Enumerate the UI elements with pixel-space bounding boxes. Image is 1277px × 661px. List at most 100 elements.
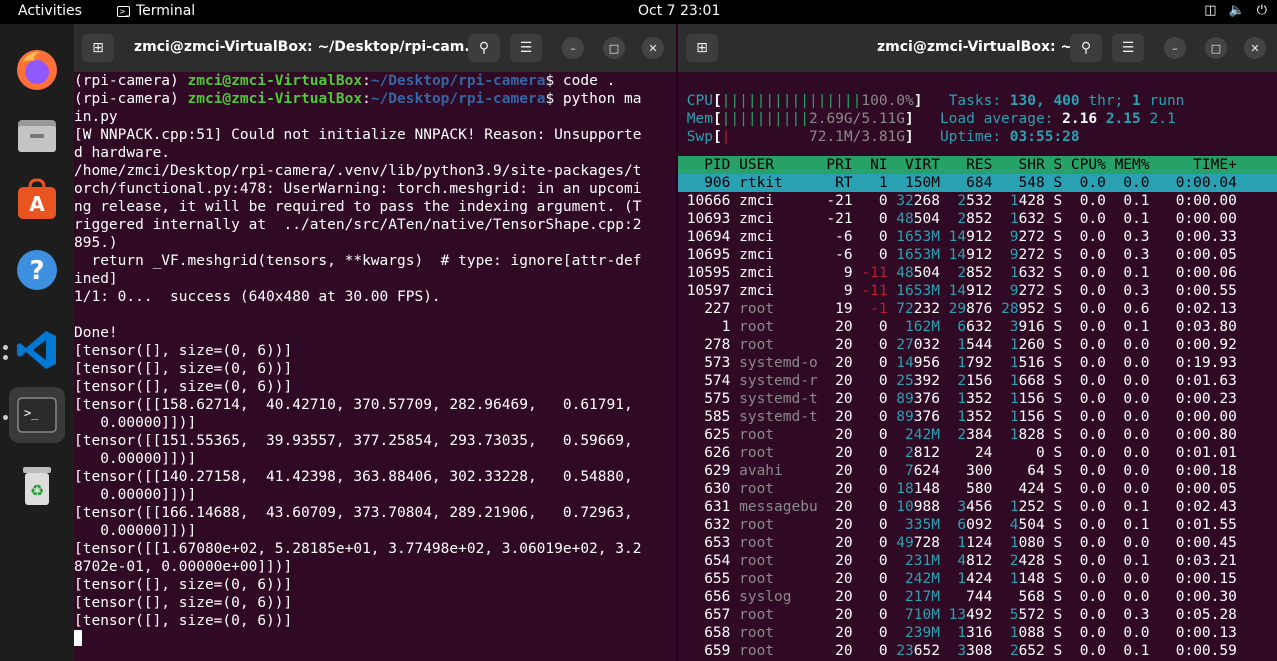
terminal-window-left[interactable]: ⊞ zmci@zmci-VirtualBox: ~/Desktop/rpi-ca…	[74, 24, 676, 661]
process-row[interactable]: 1 root 20 0 162M 6632 3916 S 0.0 0.1 0:0…	[678, 318, 1277, 336]
process-row[interactable]: 626 root 20 0 2812 24 0 S 0.0 0.0 0:01.0…	[678, 444, 1277, 462]
process-row[interactable]: 585 systemd-t 20 0 89376 1352 1156 S 0.0…	[678, 408, 1277, 426]
cell-pid: 659	[678, 643, 731, 659]
load-5: 2.15	[1105, 111, 1141, 127]
column-virt[interactable]: VIRT	[888, 157, 940, 173]
process-row[interactable]: 10694 zmci -6 0 1653M 14912 9272 S 0.0 0…	[678, 228, 1277, 246]
dock-firefox[interactable]	[9, 42, 65, 98]
column-shr[interactable]: SHR	[992, 157, 1045, 173]
process-row[interactable]: 10695 zmci -6 0 1653M 14912 9272 S 0.0 0…	[678, 246, 1277, 264]
cell-res: 744	[939, 589, 993, 605]
process-row[interactable]: 906 rtkit RT 1 150M 684 548 S 0.0 0.0 0:…	[678, 174, 1277, 192]
cell-pri: 20	[817, 553, 853, 569]
cpu-meter: CPU[||||||||||||||||100.0%] Tasks: 130, …	[686, 93, 1185, 109]
cell-pri: 9	[817, 265, 853, 281]
cell-virt: 25392	[887, 373, 940, 389]
app-menu[interactable]: >_ Terminal	[117, 3, 195, 19]
close-button[interactable]: ✕	[642, 37, 664, 59]
process-row[interactable]: 631 messagebu 20 0 10988 3456 1252 S 0.0…	[678, 498, 1277, 516]
search-button[interactable]: ⚲	[1070, 34, 1102, 62]
new-tab-button[interactable]: ⊞	[82, 34, 114, 62]
minimize-button[interactable]: –	[1164, 37, 1186, 59]
dock-software[interactable]: A	[9, 172, 65, 228]
process-row[interactable]: 574 systemd-r 20 0 25392 2156 1668 S 0.0…	[678, 372, 1277, 390]
maximize-icon: □	[608, 41, 620, 55]
activities-button[interactable]: Activities	[18, 3, 82, 19]
process-row[interactable]: 227 root 19 -1 72232 29876 28952 S 0.0 0…	[678, 300, 1277, 318]
process-row[interactable]: 630 root 20 0 18148 580 424 S 0.0 0.0 0:…	[678, 480, 1277, 498]
cell-virt: 72232	[887, 301, 940, 317]
process-row[interactable]: 655 root 20 0 242M 1424 1148 S 0.0 0.0 0…	[678, 570, 1277, 588]
cell-time: 0:02.43	[1149, 499, 1237, 515]
maximize-button[interactable]: □	[603, 37, 625, 59]
column-cpu[interactable]: CPU%	[1062, 157, 1106, 173]
terminal-output[interactable]: (rpi-camera) zmci@zmci-VirtualBox:~/Desk…	[74, 72, 676, 661]
cell-time: 0:00.92	[1149, 337, 1237, 353]
process-row[interactable]: 625 root 20 0 242M 2384 1828 S 0.0 0.0 0…	[678, 426, 1277, 444]
terminal-window-right[interactable]: ⊞ zmci@zmci-VirtualBox: ~ ⚲ ☰ – □ ✕ CPU[…	[678, 24, 1277, 661]
process-row[interactable]: 654 root 20 0 231M 4812 2428 S 0.0 0.1 0…	[678, 552, 1277, 570]
process-row[interactable]: 573 systemd-o 20 0 14956 1792 1516 S 0.0…	[678, 354, 1277, 372]
column-user[interactable]: USER	[730, 157, 817, 173]
process-row[interactable]: 10693 zmci -21 0 48504 2852 1632 S 0.0 0…	[678, 210, 1277, 228]
menu-button[interactable]: ☰	[510, 34, 542, 62]
column-pid[interactable]: PID	[678, 157, 730, 173]
process-row[interactable]: 10595 zmci 9 -11 48504 2852 1632 S 0.0 0…	[678, 264, 1277, 282]
system-tray[interactable]: ◫ 🔈 ⏻	[1204, 3, 1267, 18]
process-row[interactable]: 659 root 20 0 23652 3308 2652 S 0.0 0.1 …	[678, 642, 1277, 660]
cell-mem: 0.0	[1105, 571, 1150, 587]
process-row[interactable]: 629 avahi 20 0 7624 300 64 S 0.0 0.0 0:0…	[678, 462, 1277, 480]
output-line: [tensor([], size=(0, 6))]	[74, 613, 293, 629]
output-line: [tensor([], size=(0, 6))]	[74, 343, 293, 359]
cell-shr: 2428	[992, 553, 1045, 569]
process-row[interactable]: 10597 zmci 9 -11 1653M 14912 9272 S 0.0 …	[678, 282, 1277, 300]
column-s[interactable]: S	[1045, 157, 1062, 173]
output-line: [tensor([[158.62714, 40.42710, 370.57709…	[74, 397, 633, 413]
clock[interactable]: Oct 7 23:01	[638, 3, 720, 19]
dock-terminal[interactable]: >_	[9, 387, 65, 443]
new-tab-button[interactable]: ⊞	[686, 34, 718, 62]
column-pri[interactable]: PRI	[818, 157, 852, 173]
cell-mem: 0.0	[1105, 373, 1150, 389]
process-row[interactable]: 575 systemd-t 20 0 89376 1352 1156 S 0.0…	[678, 390, 1277, 408]
process-table-header[interactable]: PID USER PRI NI VIRT RES SHR S CPU% MEM%…	[678, 156, 1277, 174]
cell-shr: 1088	[992, 625, 1045, 641]
column-res[interactable]: RES	[940, 157, 992, 173]
close-button[interactable]: ✕	[1244, 37, 1266, 59]
process-row[interactable]: 278 root 20 0 27032 1544 1260 S 0.0 0.0 …	[678, 336, 1277, 354]
cell-ni: 0	[852, 211, 888, 227]
process-row[interactable]: 10666 zmci -21 0 32268 2532 1428 S 0.0 0…	[678, 192, 1277, 210]
cell-pri: 20	[817, 409, 853, 425]
close-icon: ✕	[648, 41, 658, 55]
cell-pid: 10597	[678, 283, 731, 299]
dock-vscode[interactable]	[9, 322, 65, 378]
cell-time: 0:00.33	[1149, 229, 1237, 245]
svg-text:A: A	[29, 192, 45, 216]
cell-virt: 162M	[887, 319, 940, 335]
minimize-button[interactable]: –	[562, 37, 584, 59]
htop-view[interactable]: CPU[||||||||||||||||100.0%] Tasks: 130, …	[678, 72, 1277, 661]
process-row[interactable]: 656 syslog 20 0 217M 744 568 S 0.0 0.0 0…	[678, 588, 1277, 606]
dock-trash[interactable]: ♻	[9, 458, 65, 514]
process-row[interactable]: 657 root 20 0 710M 13492 5572 S 0.0 0.3 …	[678, 606, 1277, 624]
firefox-icon	[17, 50, 57, 90]
process-row[interactable]: 632 root 20 0 335M 6092 4504 S 0.0 0.1 0…	[678, 516, 1277, 534]
process-table[interactable]: 906 rtkit RT 1 150M 684 548 S 0.0 0.0 0:…	[678, 174, 1277, 660]
column-time[interactable]: TIME+	[1150, 157, 1237, 173]
cell-mem: 0.3	[1105, 229, 1150, 245]
maximize-button[interactable]: □	[1205, 37, 1227, 59]
process-row[interactable]: 653 root 20 0 49728 1124 1080 S 0.0 0.0 …	[678, 534, 1277, 552]
cell-pid: 574	[678, 373, 731, 389]
prompt-path: ~/Desktop/rpi-camera	[370, 91, 546, 107]
dock-help[interactable]: ?	[9, 242, 65, 298]
cell-ni: 0	[852, 643, 888, 659]
search-button[interactable]: ⚲	[468, 34, 500, 62]
column-mem[interactable]: MEM%	[1106, 157, 1150, 173]
cell-mem: 0.1	[1105, 643, 1150, 659]
column-ni[interactable]: NI	[853, 157, 887, 173]
cell-user: systemd-t	[730, 391, 818, 407]
dock-files[interactable]	[9, 107, 65, 163]
process-row[interactable]: 658 root 20 0 239M 1316 1088 S 0.0 0.0 0…	[678, 624, 1277, 642]
cell-cpu: 0.0	[1062, 625, 1106, 641]
menu-button[interactable]: ☰	[1112, 34, 1144, 62]
